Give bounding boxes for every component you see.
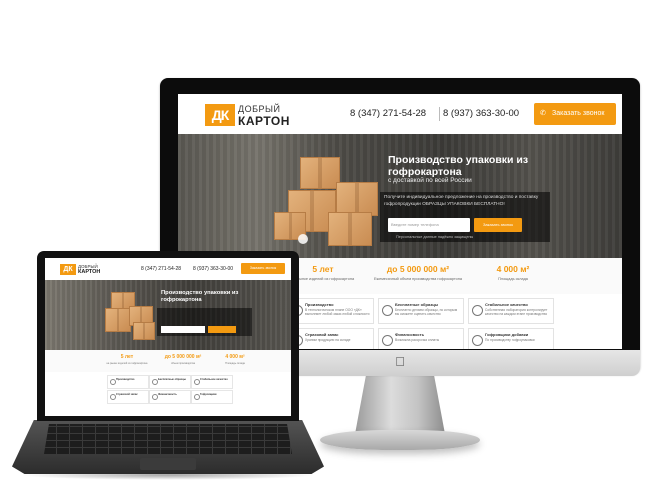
stat-label: на рынке изделий из гофрокартона <box>106 362 148 365</box>
site-header: ДК ДОБРЫЙ КАРТОН 8 (347) 271-54-28 8 (93… <box>45 258 291 280</box>
stat-value: до 5 000 000 м² <box>164 354 202 360</box>
sample-icon <box>382 305 393 316</box>
box-icon <box>472 335 483 346</box>
phone-number-2[interactable]: 8 (937) 363-30-00 <box>443 108 519 119</box>
phone-number-1[interactable]: 8 (347) 271-54-28 <box>350 108 426 119</box>
apple-logo-icon:  <box>394 355 406 369</box>
feature-card: Бесплатные образцы <box>149 375 191 389</box>
feature-card: Стабильное качество <box>191 375 233 389</box>
feature-title: Стабильное качество <box>485 302 528 307</box>
logo-line2: КАРТОН <box>78 269 101 275</box>
stat-label: Ежемесячный объем производства гофрокарт… <box>374 277 462 281</box>
stat-label: Площадь склада <box>225 362 245 365</box>
logo-mark[interactable]: ДК <box>205 104 235 126</box>
feature-title: Бесплатные образцы <box>395 302 439 307</box>
stat-value: 4 000 м² <box>496 264 530 274</box>
brand-badge-icon <box>298 234 308 244</box>
cardboard-box-image <box>328 212 372 246</box>
feature-title: Производство <box>116 378 135 381</box>
logo-line2: КАРТОН <box>238 114 290 128</box>
privacy-note: Персональные данные надёжно защищены <box>396 235 474 239</box>
feature-description: Бесплатно делаем образцы, по которым вы … <box>395 308 458 316</box>
monitor-stand-foot <box>320 430 480 450</box>
stat-label: объем производства <box>171 362 195 365</box>
feature-title: Финансовость <box>158 393 177 396</box>
phone-input[interactable] <box>161 326 205 333</box>
hero-title: Производство упаковки из гофрокартона <box>161 290 239 303</box>
feature-title: Гофроящики <box>200 393 217 396</box>
laptop-screen: ДК ДОБРЫЙ КАРТОН 8 (347) 271-54-28 8 (93… <box>45 258 291 416</box>
call-request-button[interactable]: Заказать звонок <box>241 263 285 274</box>
cardboard-box-image <box>133 322 155 340</box>
feature-title: Производство <box>305 302 334 307</box>
site-header: ДК ДОБРЫЙ КАРТОН 8 (347) 271-54-28 8 (93… <box>178 94 622 134</box>
feature-card: Стабильное качество Собственная лаборато… <box>468 298 554 324</box>
call-request-label: Заказать звонок <box>552 110 605 117</box>
phone-divider <box>439 107 440 121</box>
quality-icon <box>472 305 483 316</box>
phone-number-1[interactable]: 8 (347) 271-54-28 <box>141 266 181 272</box>
send-request-button[interactable] <box>208 326 236 333</box>
cardboard-box-image <box>300 157 340 189</box>
feature-title: Стабильное качество <box>200 378 228 381</box>
phone-input[interactable]: Введите номер телефона <box>388 218 470 232</box>
feature-card: Страховой запас <box>107 390 149 404</box>
feature-card: Производство <box>107 375 149 389</box>
hero-title: Производство упаковки из гофрокартона <box>388 154 529 178</box>
feature-title: Гофроящики добавки <box>485 332 529 337</box>
feature-title: Страховой запас <box>305 332 339 337</box>
monitor-stand-neck <box>355 376 445 434</box>
feature-card: Финансовость <box>149 390 191 404</box>
hero-subtitle: с доставкой по всей России <box>388 177 472 184</box>
call-request-button[interactable]: ✆ Заказать звонок <box>534 103 616 125</box>
feature-card: Производство В технологическом плане ООО… <box>288 298 374 324</box>
feature-description: В технологическом плане ООО «ДК» выполня… <box>305 308 370 316</box>
feature-title: Страховой запас <box>116 393 138 396</box>
feature-title: Бесплатные образцы <box>158 378 186 381</box>
feature-description: По производству гофроупаковки <box>485 338 535 342</box>
logo-mark[interactable]: ДК <box>60 264 76 275</box>
stat-value: до 5 000 000 м² <box>386 264 450 274</box>
feature-card: Гофроящики <box>191 390 233 404</box>
logo-line1: ДОБРЫЙ <box>238 104 281 114</box>
feature-description: Возможна рассрочка оплаты <box>395 338 440 342</box>
feature-description: Собственная лаборатория контролирует кач… <box>485 308 548 316</box>
feature-card: Бесплатные образцы Бесплатно делаем обра… <box>378 298 464 324</box>
phone-number-2[interactable]: 8 (937) 363-30-00 <box>193 266 233 272</box>
feature-card: Страховой запас Храним продукцию на скла… <box>288 328 374 349</box>
laptop-trackpad <box>140 458 196 470</box>
feature-title: Финансовость <box>395 332 425 337</box>
stat-value: 5 лет <box>120 354 134 360</box>
laptop-keyboard-rows <box>44 424 292 454</box>
stat-label: Площадь склада <box>498 277 528 281</box>
send-request-button[interactable]: Заказать звонок <box>474 218 522 232</box>
offer-text: Получите индивидуальное предложение на п… <box>384 195 539 207</box>
finance-icon <box>382 335 393 346</box>
cardboard-box-image <box>105 308 131 332</box>
feature-card: Гофроящики добавки По производству гофро… <box>468 328 554 349</box>
stat-value: 4 000 м² <box>225 354 245 360</box>
feature-card: Финансовость Возможна рассрочка оплаты <box>378 328 464 349</box>
phone-icon: ✆ <box>540 110 546 117</box>
cardboard-box-image <box>336 182 378 216</box>
stats-section: 5 лет на рынке изделий из гофрокартона д… <box>45 350 291 372</box>
feature-description: Храним продукцию на складе <box>305 338 351 342</box>
